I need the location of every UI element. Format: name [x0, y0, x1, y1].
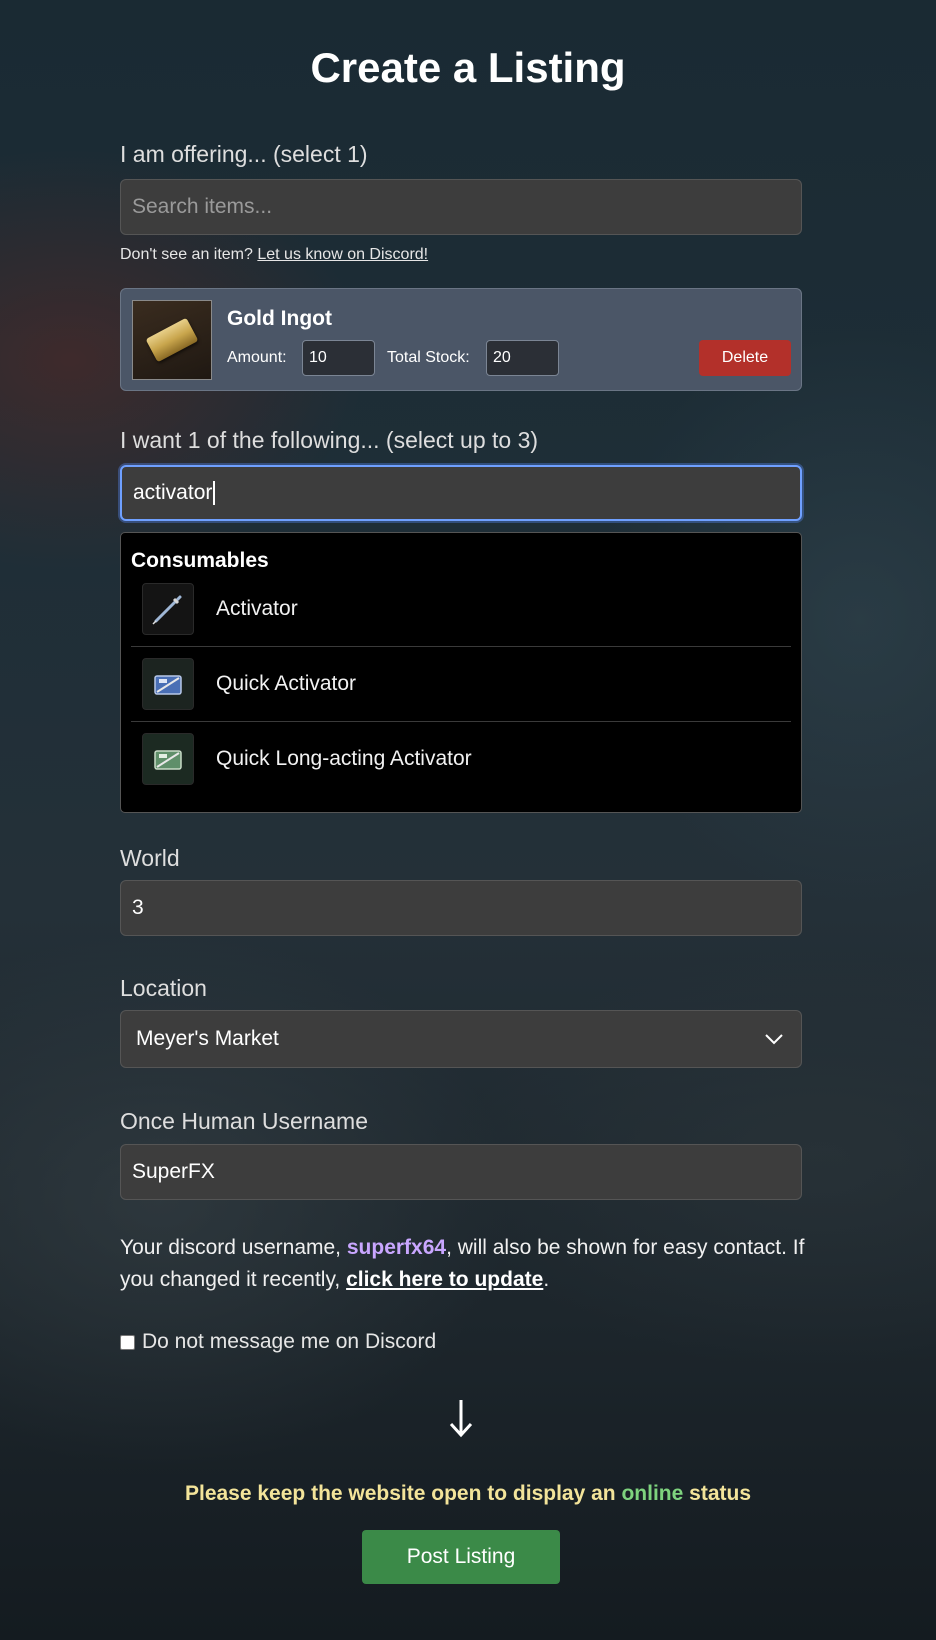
offering-label: I am offering... (select 1)	[120, 141, 368, 167]
gold-ingot-icon	[132, 300, 212, 380]
status-note-prefix: Please keep the website open to display …	[184, 1482, 622, 1505]
discord-feedback-link[interactable]: Let us know on Discord!	[257, 246, 428, 263]
offered-item-card: Gold Ingot Amount: 10 Total Stock: 20 De…	[120, 288, 802, 391]
arrow-down-icon	[448, 1398, 474, 1443]
offering-search-input[interactable]	[120, 179, 802, 235]
long-acting-activator-icon	[142, 733, 194, 785]
text-caret	[213, 481, 216, 505]
missing-item-hint: Don't see an item? Let us know on Discor…	[120, 246, 428, 264]
dont-message-checkbox[interactable]	[120, 1334, 135, 1350]
dont-message-row[interactable]: Do not message me on Discord	[120, 1330, 436, 1354]
option-label: Activator	[216, 596, 298, 620]
dropdown-option-quick-long-acting-activator[interactable]: Quick Long-acting Activator	[131, 721, 791, 796]
quick-activator-icon	[142, 658, 194, 710]
amount-input[interactable]: 10	[302, 340, 375, 376]
post-listing-button[interactable]: Post Listing	[362, 1530, 560, 1584]
delete-item-button[interactable]: Delete	[699, 340, 791, 376]
option-label: Quick Activator	[216, 672, 357, 695]
status-online-word: online	[621, 1482, 684, 1505]
wanting-label: I want 1 of the following... (select up …	[120, 427, 539, 453]
update-username-link[interactable]: click here to update	[346, 1268, 543, 1291]
location-label: Location	[120, 975, 207, 1001]
world-input[interactable]: 3	[120, 880, 802, 936]
syringe-icon	[142, 582, 194, 635]
missing-item-hint-text: Don't see an item?	[120, 246, 258, 263]
discord-note-suffix: .	[543, 1268, 550, 1291]
discord-note-prefix: Your discord username,	[120, 1236, 347, 1259]
search-results-dropdown: Consumables Activator Quick Activator Qu…	[120, 532, 802, 813]
dropdown-group-label: Consumables	[131, 549, 269, 572]
username-label: Once Human Username	[120, 1108, 368, 1134]
wanting-search-input[interactable]: activator	[120, 465, 802, 521]
offered-item-name: Gold Ingot	[227, 307, 332, 330]
discord-username-note: Your discord username, superfx64, will a…	[120, 1232, 820, 1296]
page-title: Create a Listing	[310, 44, 626, 91]
create-listing-page: Create a Listing I am offering... (selec…	[0, 0, 936, 1640]
location-select[interactable]: Meyer's Market	[120, 1010, 802, 1068]
status-note-suffix: status	[683, 1482, 751, 1505]
amount-label: Amount:	[227, 349, 287, 366]
option-label: Quick Long-acting Activator	[216, 747, 472, 770]
dont-message-label: Do not message me on Discord	[142, 1330, 437, 1353]
world-label: World	[120, 845, 180, 871]
total-stock-input[interactable]: 20	[486, 340, 559, 376]
wanting-search-value: activator	[133, 481, 213, 504]
dropdown-option-activator[interactable]: Activator	[131, 571, 791, 646]
chevron-down-icon	[764, 1027, 784, 1051]
location-selected-value: Meyer's Market	[136, 1027, 279, 1050]
username-input[interactable]: SuperFX	[120, 1144, 802, 1200]
discord-username: superfx64	[346, 1236, 447, 1259]
dropdown-option-quick-activator[interactable]: Quick Activator	[131, 646, 791, 721]
online-status-note: Please keep the website open to display …	[0, 1482, 936, 1506]
total-stock-label: Total Stock:	[387, 349, 470, 366]
